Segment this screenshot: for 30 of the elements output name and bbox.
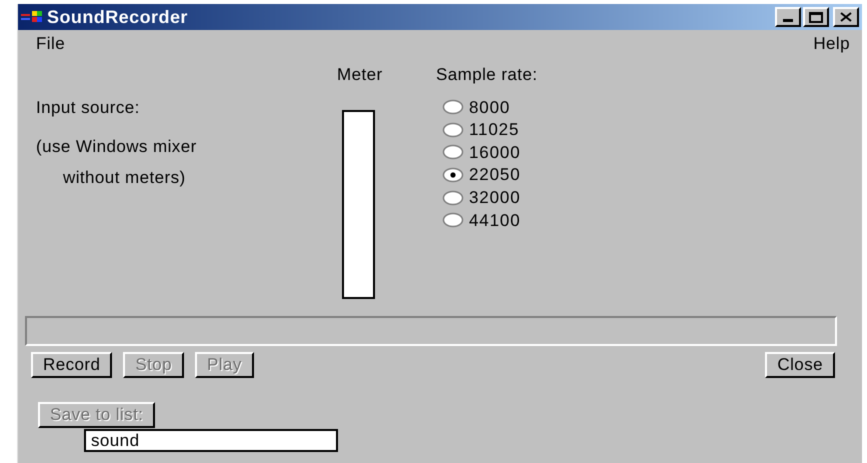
maximize-icon	[809, 12, 823, 22]
name-field[interactable]: sound	[84, 429, 338, 452]
window-title: SoundRecorder	[47, 6, 188, 28]
close-dialog-button[interactable]: Close	[765, 352, 835, 378]
radio-button[interactable]	[442, 122, 464, 138]
minimize-button[interactable]	[775, 7, 801, 27]
input-source-label: Input source:	[36, 98, 141, 118]
radio-button[interactable]	[442, 144, 464, 160]
mixer-note: without meters)	[62, 168, 187, 188]
app-icon	[21, 10, 43, 24]
mixer-note: (use Windows mixer	[36, 137, 198, 157]
radio-label: 16000	[469, 142, 521, 164]
radio-button[interactable]	[442, 167, 464, 184]
radio-button[interactable]	[442, 99, 464, 116]
menu-item[interactable]: File	[36, 31, 66, 57]
record-button[interactable]: Record	[31, 352, 112, 378]
radio-label: 11025	[469, 119, 520, 142]
radio-button[interactable]	[442, 190, 464, 206]
close-icon	[840, 12, 852, 22]
menu-item[interactable]: Help	[813, 31, 850, 57]
minimize-icon	[783, 19, 793, 22]
close-button[interactable]	[833, 7, 859, 27]
meter-label: Meter	[336, 65, 384, 85]
radio-label: 22050	[469, 164, 521, 186]
radio-button[interactable]	[442, 212, 464, 228]
radio-label: 32000	[469, 186, 521, 209]
maximize-button[interactable]	[803, 7, 829, 27]
radio-label: 44100	[469, 210, 521, 232]
sample-rate-label: Sample rate:	[436, 65, 538, 85]
radio-label: 8000	[469, 96, 510, 119]
